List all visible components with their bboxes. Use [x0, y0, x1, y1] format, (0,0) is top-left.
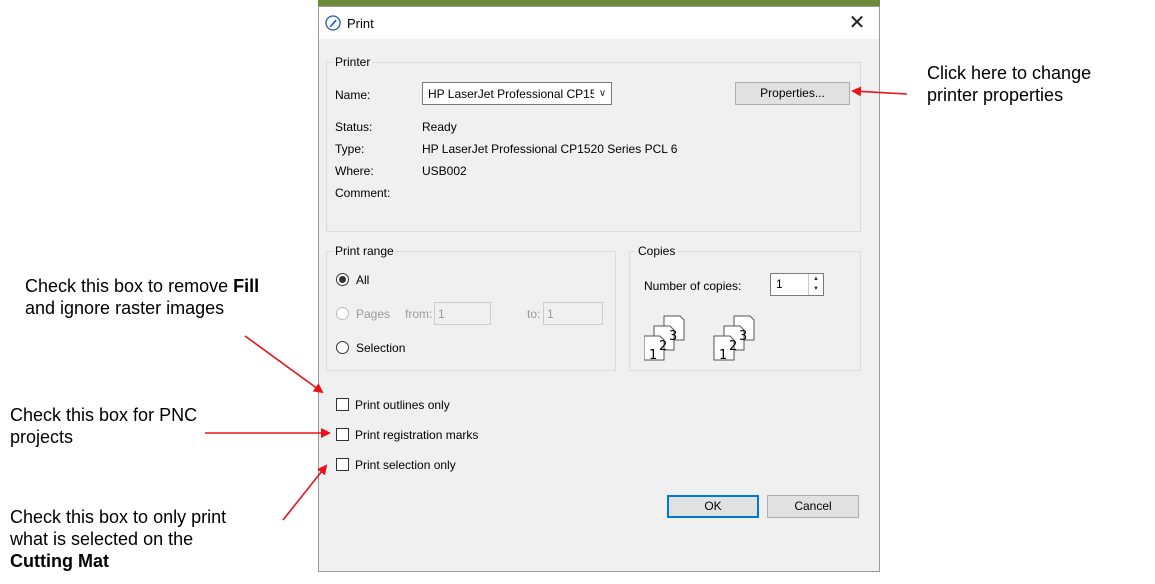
arrow-outlines — [244, 335, 324, 394]
arrow-selection — [282, 464, 328, 521]
arrow-properties — [851, 86, 908, 97]
annotation-arrows — [205, 86, 908, 521]
